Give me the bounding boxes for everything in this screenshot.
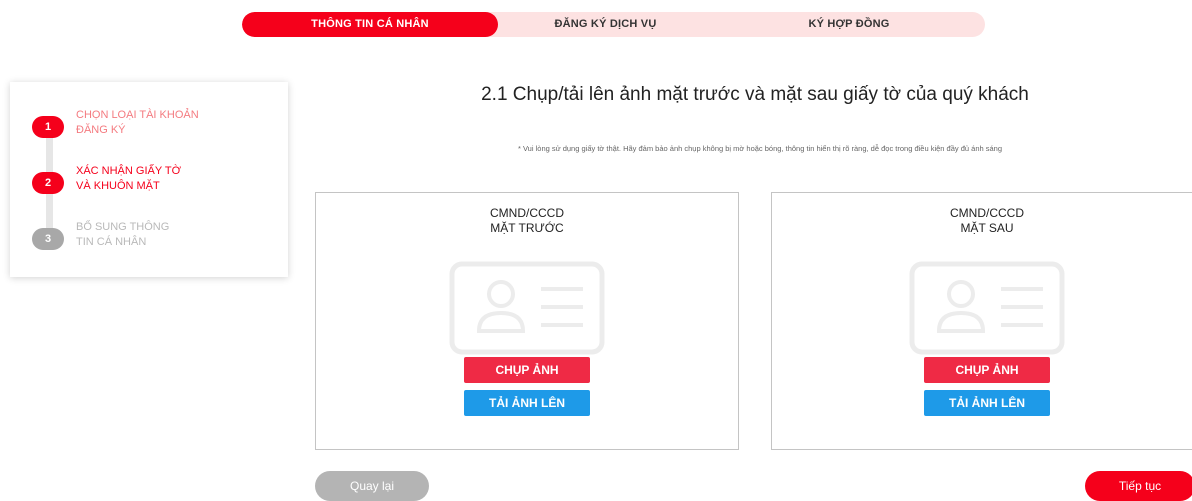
- tab-personal-info[interactable]: THÔNG TIN CÁ NHÂN: [242, 12, 498, 37]
- upload-card-front: CMND/CCCD MẶT TRƯỚC CHỤP ẢNH TẢI ẢNH LÊN: [315, 192, 739, 450]
- step-number-badge: 1: [32, 116, 64, 138]
- capture-photo-button[interactable]: CHỤP ẢNH: [924, 357, 1050, 383]
- next-button[interactable]: Tiếp tục: [1085, 471, 1192, 501]
- card-title-line: CMND/CCCD: [490, 206, 564, 220]
- page-title: 2.1 Chụp/tải lên ảnh mặt trước và mặt sa…: [481, 84, 1029, 105]
- step-number-badge: 2: [32, 172, 64, 194]
- step-label-line: XÁC NHẬN GIẤY TỜ: [76, 165, 181, 177]
- upload-card-back: CMND/CCCD MẶT SAU CHỤP ẢNH TẢI ẢNH LÊN: [771, 192, 1192, 450]
- progress-tabs: THÔNG TIN CÁ NHÂN ĐĂNG KÝ DỊCH VỤ KÝ HỢP…: [242, 12, 985, 37]
- tab-service-registration[interactable]: ĐĂNG KÝ DỊCH VỤ: [498, 12, 713, 37]
- capture-photo-button[interactable]: CHỤP ẢNH: [464, 357, 590, 383]
- step-label-line: BỔ SUNG THÔNG: [76, 221, 170, 233]
- id-card-icon: [449, 261, 605, 355]
- card-title: CMND/CCCD MẶT TRƯỚC: [316, 206, 738, 236]
- id-card-icon: [909, 261, 1065, 355]
- instruction-note: * Vui lòng sử dụng giấy tờ thật. Hãy đảm…: [517, 144, 1003, 153]
- step-label: XÁC NHẬN GIẤY TỜ VÀ KHUÔN MẶT: [76, 164, 256, 194]
- upload-photo-button[interactable]: TẢI ẢNH LÊN: [464, 390, 590, 416]
- step-label-line: CHỌN LOẠI TÀI KHOẢN: [76, 109, 199, 121]
- step-label: CHỌN LOẠI TÀI KHOẢN ĐĂNG KÝ: [76, 108, 256, 138]
- back-button[interactable]: Quay lại: [315, 471, 429, 501]
- card-title-line: CMND/CCCD: [950, 206, 1024, 220]
- step-label-line: VÀ KHUÔN MẶT: [76, 180, 160, 192]
- card-title: CMND/CCCD MẶT SAU: [772, 206, 1192, 236]
- step-label: BỔ SUNG THÔNG TIN CÁ NHÂN: [76, 220, 256, 250]
- tab-sign-contract[interactable]: KÝ HỢP ĐỒNG: [713, 12, 985, 37]
- upload-photo-button[interactable]: TẢI ẢNH LÊN: [924, 390, 1050, 416]
- step-label-line: TIN CÁ NHÂN: [76, 236, 147, 248]
- step-number-badge: 3: [32, 228, 64, 250]
- card-title-line: MẶT TRƯỚC: [490, 221, 564, 235]
- step-label-line: ĐĂNG KÝ: [76, 124, 126, 136]
- step-sidebar: 1 CHỌN LOẠI TÀI KHOẢN ĐĂNG KÝ 2 XÁC NHẬN…: [10, 82, 288, 277]
- card-title-line: MẶT SAU: [960, 221, 1014, 235]
